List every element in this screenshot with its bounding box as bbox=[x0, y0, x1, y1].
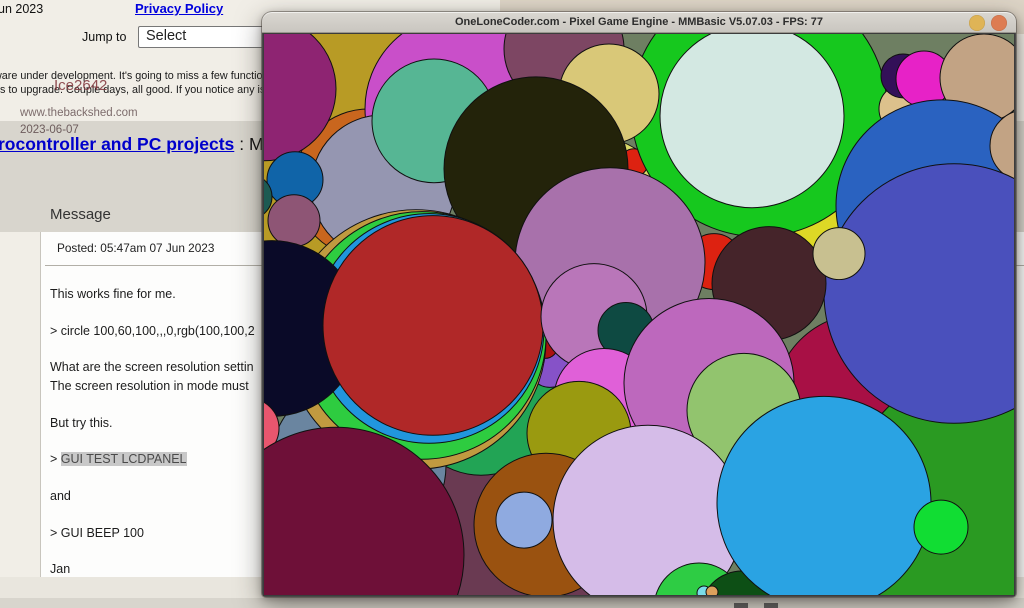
site-url-text: www.thebackshed.com bbox=[20, 107, 138, 119]
game-circle bbox=[660, 34, 844, 208]
message-column-header: Message bbox=[50, 206, 111, 223]
close-button[interactable] bbox=[991, 15, 1007, 31]
thread-date-fragment: un 2023 bbox=[0, 2, 43, 16]
post-paragraph-gui-command: > GUI TEST LCDPANEL bbox=[50, 452, 187, 466]
window-title-bar[interactable]: OneLoneCoder.com - Pixel Game Engine - M… bbox=[262, 12, 1016, 33]
post-signature: Jan bbox=[50, 562, 70, 576]
site-notice-line2: as to upgrade. Couple days, all good. If… bbox=[0, 84, 277, 96]
game-canvas[interactable] bbox=[264, 34, 1014, 595]
page-bottom-button[interactable] bbox=[764, 603, 778, 608]
game-circle bbox=[323, 216, 543, 436]
username-text: Ice2642 bbox=[54, 77, 107, 94]
page-footer-bar bbox=[0, 598, 1024, 608]
game-circle bbox=[496, 492, 552, 548]
post-paragraph: But try this. bbox=[50, 416, 113, 430]
jump-to-label: Jump to bbox=[82, 30, 126, 44]
privacy-policy-link[interactable]: Privacy Policy bbox=[135, 1, 223, 16]
post-paragraph: This works fine for me. bbox=[50, 287, 176, 301]
highlighted-command-text: GUI TEST LCDPANEL bbox=[61, 452, 187, 466]
breadcrumb: rocontroller and PC projects: MMBa bbox=[0, 134, 300, 155]
post-paragraph-circle-command: > circle 100,60,100,,,0,rgb(100,100,2 bbox=[50, 324, 255, 338]
minimize-button[interactable] bbox=[969, 15, 985, 31]
pixel-game-engine-window[interactable]: OneLoneCoder.com - Pixel Game Engine - M… bbox=[262, 12, 1016, 597]
forum-section-link[interactable]: rocontroller and PC projects bbox=[0, 134, 234, 154]
post-paragraph-beep-command: > GUI BEEP 100 bbox=[50, 526, 144, 540]
post-paragraph: What are the screen resolution settin bbox=[50, 360, 254, 374]
post-paragraph: and bbox=[50, 489, 71, 503]
page-bottom-button[interactable] bbox=[734, 603, 748, 608]
posted-timestamp: Posted: 05:47am 07 Jun 2023 bbox=[57, 241, 214, 255]
game-circle bbox=[914, 500, 968, 554]
window-title: OneLoneCoder.com - Pixel Game Engine - M… bbox=[455, 16, 823, 28]
command-prefix: > bbox=[50, 452, 61, 466]
game-circle bbox=[706, 586, 718, 595]
game-circle bbox=[813, 228, 865, 280]
post-paragraph: The screen resolution in mode must bbox=[50, 379, 249, 393]
game-circle bbox=[268, 195, 320, 247]
site-notice-line1: ware under development. It's going to mi… bbox=[0, 70, 283, 82]
